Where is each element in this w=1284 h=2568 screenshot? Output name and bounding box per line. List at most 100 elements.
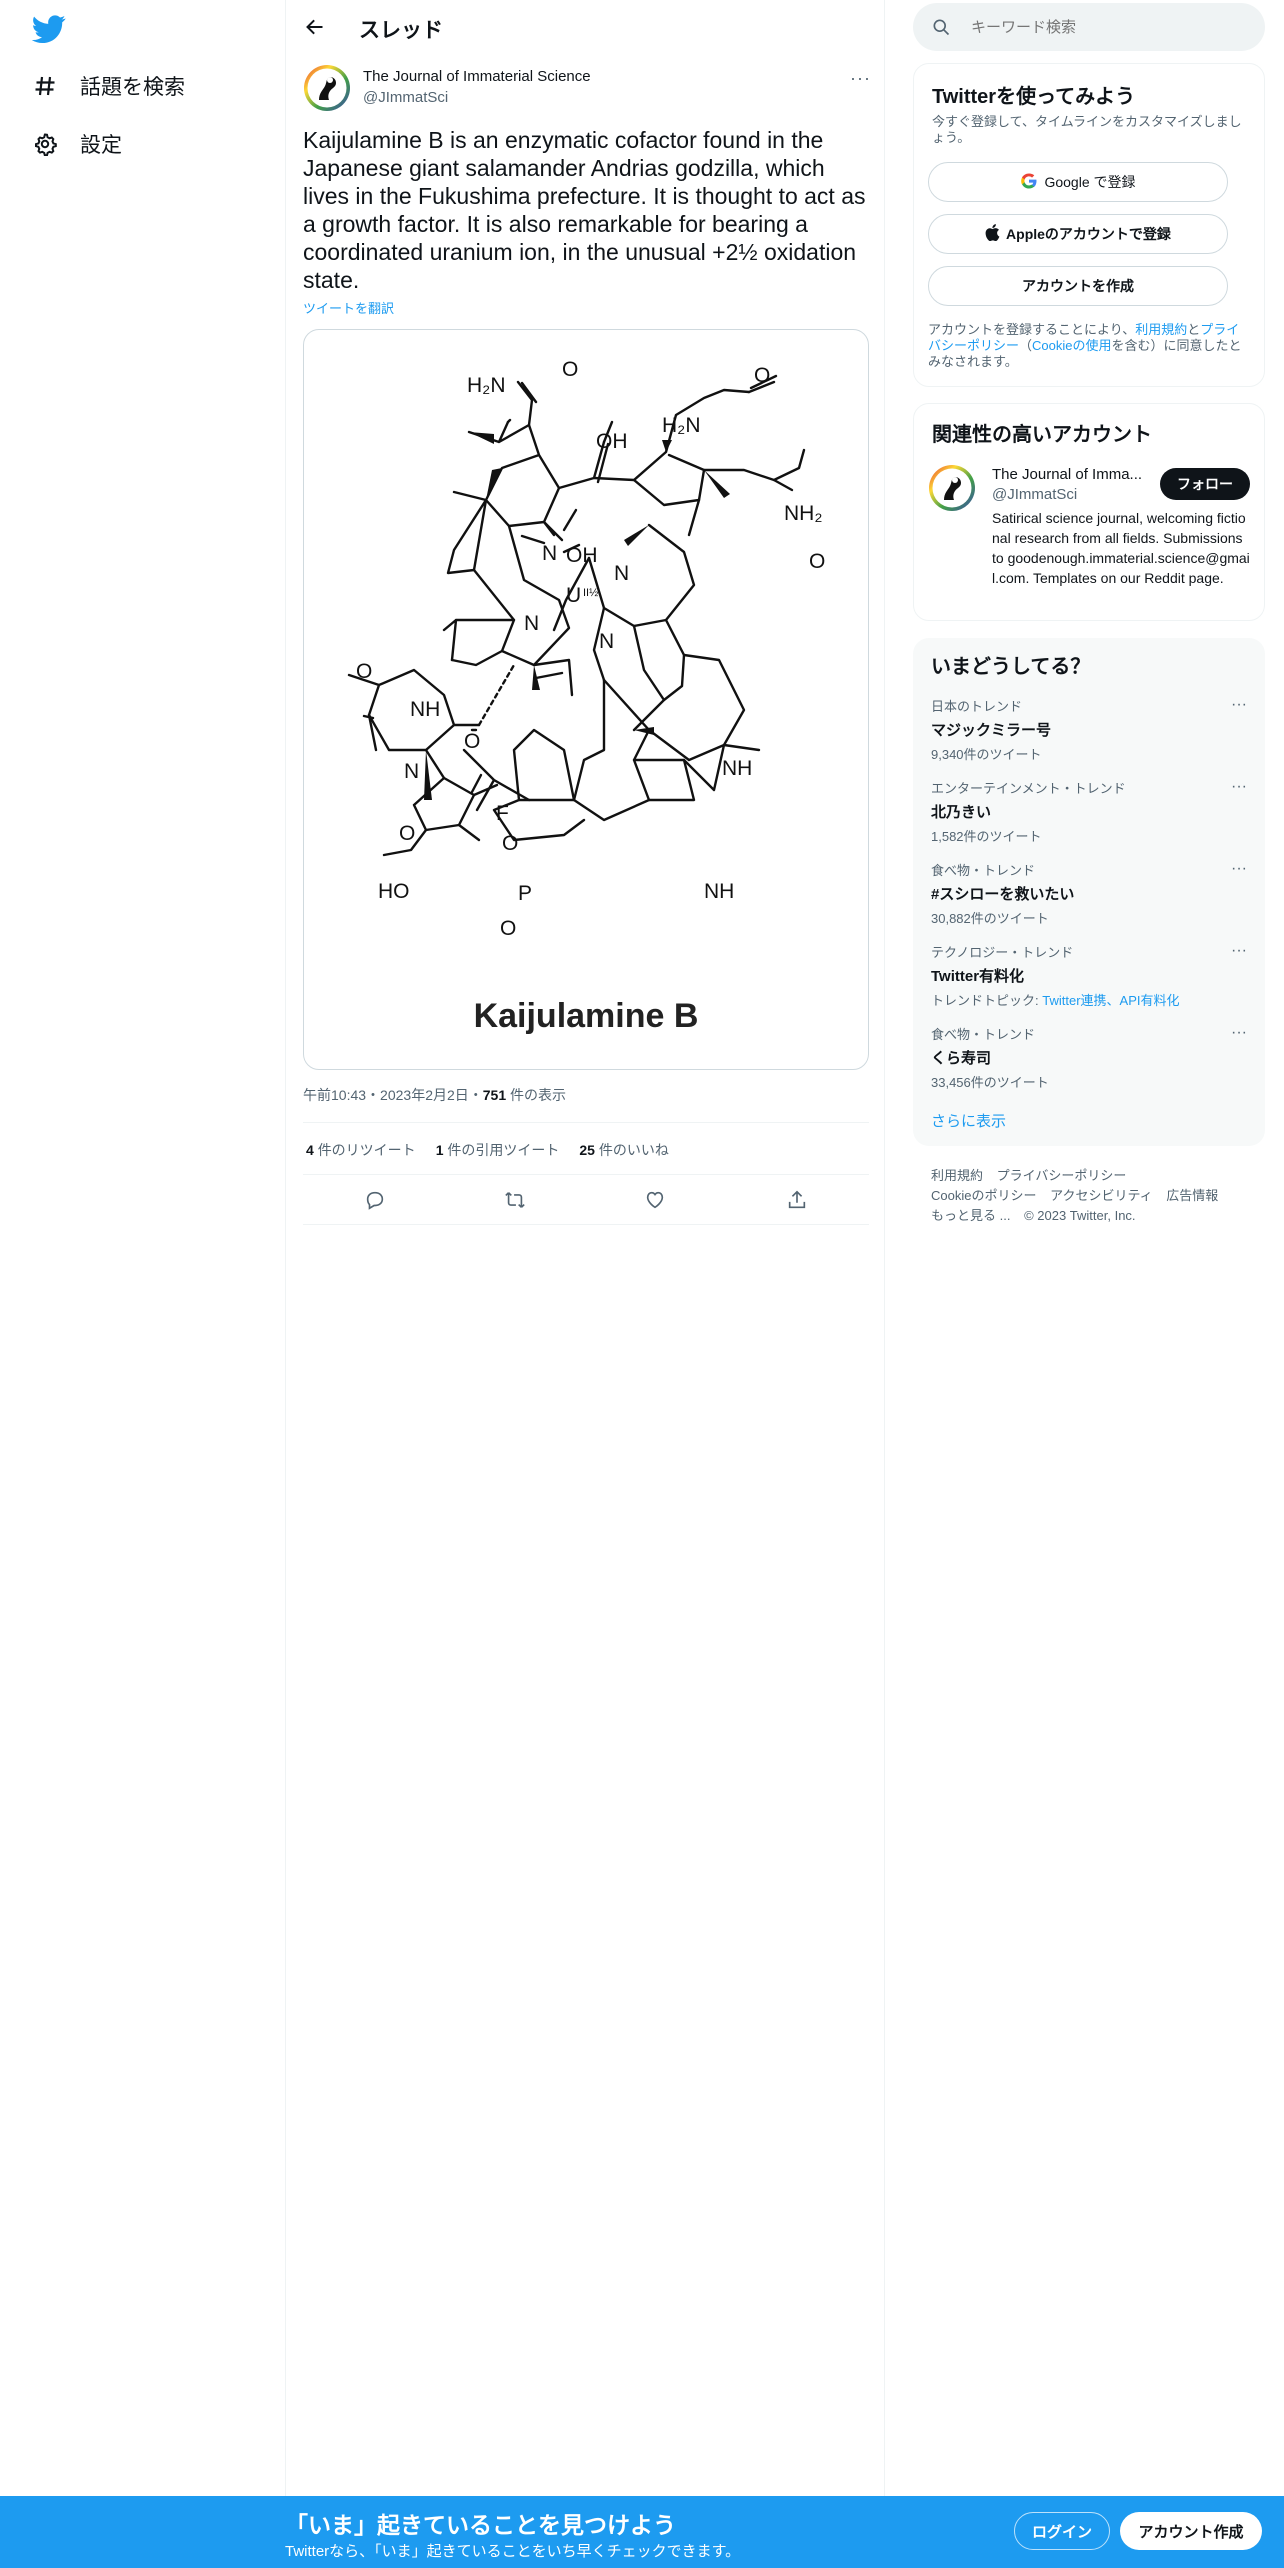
retweet-icon[interactable] xyxy=(501,1186,529,1214)
reply-icon[interactable] xyxy=(361,1186,389,1214)
hashtag-icon xyxy=(32,73,58,99)
translate-link[interactable]: ツイートを翻訳 xyxy=(303,298,394,317)
trend-name: マジックミラー号 xyxy=(931,722,1052,739)
signup-legal-text: アカウントを登録することにより、利用規約とプライバシーポリシー（Cookieの使… xyxy=(928,322,1246,370)
related-account-handle[interactable]: @JImmatSci xyxy=(992,486,1077,503)
tweet-time: 午前10:43 xyxy=(303,1087,367,1103)
atom-label: O xyxy=(562,358,578,381)
atom-label: N xyxy=(542,542,557,565)
atom-label: N xyxy=(614,562,629,585)
gear-icon xyxy=(32,131,58,157)
nav-settings-label: 設定 xyxy=(80,134,122,157)
nav-settings[interactable]: 設定 xyxy=(32,124,122,164)
footer-links: 利用規約 プライバシーポリシー Cookieのポリシー アクセシビリティ 広告情… xyxy=(931,1166,1251,1226)
avatar[interactable] xyxy=(928,464,976,512)
meta-separator: ・ xyxy=(468,1087,483,1103)
signup-card: Twitterを使ってみよう 今すぐ登録して、タイムラインをカスタマイズしましょ… xyxy=(913,63,1265,387)
atom-label: NH₂ xyxy=(784,502,822,525)
footer-ads-link[interactable]: 広告情報 xyxy=(1166,1188,1218,1203)
quotes-stat[interactable]: 1 件の引用ツイート xyxy=(436,1140,560,1160)
trend-item[interactable]: 日本のトレンド マジックミラー号 9,340件のツイート ··· xyxy=(931,696,1247,763)
footer-accessibility-link[interactable]: アクセシビリティ xyxy=(1050,1188,1153,1203)
google-icon xyxy=(1020,172,1038,193)
more-options-icon[interactable]: ··· xyxy=(1231,942,1247,960)
atom-label: P xyxy=(518,882,532,905)
author-name[interactable]: The Journal of Immaterial Science xyxy=(363,68,591,85)
login-button[interactable]: ログイン xyxy=(1014,2512,1110,2550)
trend-topic-links[interactable]: Twitter連携、API有料化 xyxy=(1042,993,1179,1008)
trend-item[interactable]: テクノロジー・トレンド Twitter有料化 トレンドトピック: Twitter… xyxy=(931,942,1247,1009)
google-signup-button[interactable]: Google で登録 xyxy=(928,162,1228,202)
footer-privacy-link[interactable]: プライバシーポリシー xyxy=(997,1168,1127,1183)
tweet-image[interactable]: H₂N O OH H₂N O NH₂ O OH N N U II½ N N O … xyxy=(303,329,869,1070)
atom-label: N xyxy=(404,760,419,783)
more-options-icon[interactable]: ··· xyxy=(1231,696,1247,714)
likes-label: 件のいいね xyxy=(598,1142,669,1158)
tweet-date: 2023年2月2日 xyxy=(380,1087,469,1103)
trend-count: 30,882件のツイート xyxy=(931,911,1049,926)
follow-button[interactable]: フォロー xyxy=(1160,468,1250,500)
trend-category: 食べ物・トレンド xyxy=(931,863,1036,878)
atom-label: F xyxy=(496,802,509,825)
related-account-name[interactable]: The Journal of Imma... xyxy=(992,466,1142,483)
footer-terms-link[interactable]: 利用規約 xyxy=(931,1168,983,1183)
footer-copyright: © 2023 Twitter, Inc. xyxy=(1024,1208,1136,1223)
atom-label: NH xyxy=(722,757,752,780)
trend-count: 33,456件のツイート xyxy=(931,1075,1049,1090)
thread-column: スレッド The Journal of Immaterial Science @… xyxy=(285,0,885,2496)
legal-text: （ xyxy=(1019,338,1033,353)
tweet-text: Kaijulamine B is an enzymatic cofactor f… xyxy=(303,127,866,293)
author-handle[interactable]: @JImmatSci xyxy=(363,89,448,106)
trend-name: 北乃きい xyxy=(931,804,992,821)
retweets-stat[interactable]: 4 件のリツイート xyxy=(306,1140,416,1160)
atom-label: II½ xyxy=(583,587,598,599)
nav-explore[interactable]: 話題を検索 xyxy=(32,66,185,106)
meta-separator: ・ xyxy=(366,1087,381,1103)
atom-label: H₂N xyxy=(467,374,505,397)
terms-link[interactable]: 利用規約 xyxy=(1135,322,1187,337)
trend-name: くら寿司 xyxy=(931,1050,992,1067)
create-account-button[interactable]: アカウントを作成 xyxy=(928,266,1228,306)
tweet-timestamp[interactable]: 午前10:43・2023年2月2日・751 件の表示 xyxy=(303,1085,566,1105)
footer-more-link[interactable]: もっと見る ... xyxy=(931,1208,1010,1223)
related-account-bio: Satirical science journal, welcoming fic… xyxy=(992,510,1250,586)
atom-label: U xyxy=(566,584,581,607)
trend-category: テクノロジー・トレンド xyxy=(931,945,1074,960)
footer-cookies-link[interactable]: Cookieのポリシー xyxy=(931,1188,1036,1203)
trend-name: #スシローを救いたい xyxy=(931,886,1075,903)
more-options-icon[interactable]: ··· xyxy=(1231,1024,1247,1042)
search-bar[interactable] xyxy=(913,3,1265,51)
trend-topic-prefix: トレンドトピック: xyxy=(931,993,1043,1008)
trend-item[interactable]: 食べ物・トレンド #スシローを救いたい 30,882件のツイート ··· xyxy=(931,860,1247,927)
signup-button[interactable]: アカウント作成 xyxy=(1120,2512,1262,2550)
more-options-icon[interactable]: ··· xyxy=(1231,860,1247,878)
trend-category: 日本のトレンド xyxy=(931,699,1023,714)
trend-item[interactable]: エンターテインメント・トレンド 北乃きい 1,582件のツイート ··· xyxy=(931,778,1247,845)
related-accounts-card: 関連性の高いアカウント The Journal of Imma... @JImm… xyxy=(913,403,1265,621)
image-caption: Kaijulamine B xyxy=(474,997,699,1035)
banner-subtitle: Twitterなら、「いま」起きていることをいち早くチェックできます。 xyxy=(285,2543,741,2560)
trend-category: 食べ物・トレンド xyxy=(931,1027,1036,1042)
show-more-link[interactable]: さらに表示 xyxy=(931,1110,1006,1131)
quotes-label: 件の引用ツイート xyxy=(447,1142,560,1158)
twitter-logo-icon[interactable] xyxy=(31,12,66,46)
avatar[interactable] xyxy=(303,64,351,112)
legal-text: アカウントを登録することにより、 xyxy=(928,322,1136,337)
related-card-title: 関連性の高いアカウント xyxy=(932,424,1152,446)
back-arrow-icon[interactable] xyxy=(300,12,330,42)
atom-label: H₂N xyxy=(662,414,700,437)
atom-label: O xyxy=(356,660,372,683)
likes-stat[interactable]: 25 件のいいね xyxy=(579,1140,668,1160)
divider xyxy=(303,1122,869,1123)
more-options-icon[interactable]: ··· xyxy=(1231,778,1247,796)
trends-card-title: いまどうしてる？ xyxy=(931,656,1091,678)
tweet-actions xyxy=(303,1180,869,1220)
cookie-link[interactable]: Cookieの使用 xyxy=(1032,338,1111,353)
share-icon[interactable] xyxy=(783,1186,811,1214)
trend-item[interactable]: 食べ物・トレンド くら寿司 33,456件のツイート ··· xyxy=(931,1024,1247,1091)
tweet-author: The Journal of Immaterial Science @JImma… xyxy=(303,64,873,114)
apple-signup-button[interactable]: Appleのアカウントで登録 xyxy=(928,214,1228,254)
more-options-icon[interactable]: ··· xyxy=(850,68,871,89)
like-icon[interactable] xyxy=(641,1186,669,1214)
search-input[interactable] xyxy=(971,15,1241,39)
